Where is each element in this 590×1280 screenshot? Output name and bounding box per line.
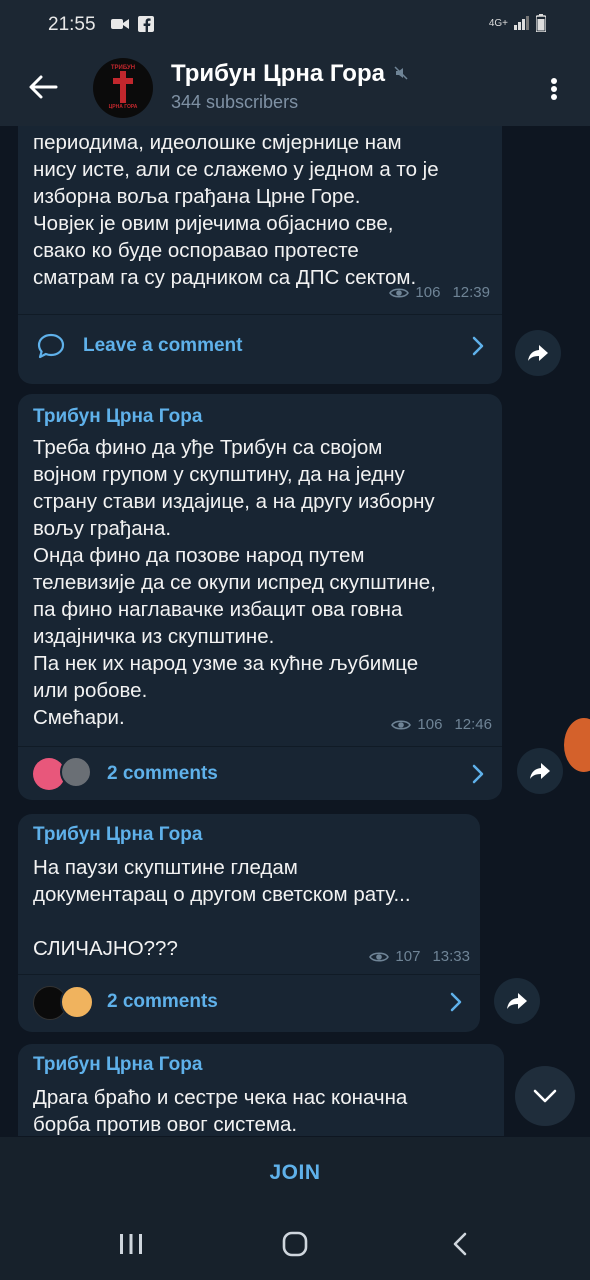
join-button[interactable]: JOIN <box>269 1161 320 1185</box>
system-indicators: 4G+ <box>489 14 546 32</box>
commenter-avatar <box>60 985 94 1019</box>
floating-sticker <box>564 718 590 772</box>
post-text: Треба фино да уђе Трибун са својом војно… <box>33 436 436 729</box>
channel-header: ТРИБУН ЦРНА ГОРА Трибун Црна Гора 344 su… <box>0 50 590 126</box>
share-button[interactable] <box>494 978 540 1024</box>
share-icon <box>528 345 548 361</box>
chevron-down-icon <box>533 1089 557 1103</box>
share-button[interactable] <box>517 748 563 794</box>
recent-apps-icon[interactable] <box>118 1232 144 1256</box>
clock: 21:55 <box>48 14 96 35</box>
post-author: Трибун Црна Гора <box>33 1054 203 1075</box>
network-type: 4G+ <box>488 17 508 29</box>
comment-icon <box>37 333 65 359</box>
post-meta: 106 12:46 <box>391 716 492 733</box>
share-icon <box>530 763 550 779</box>
channel-post: Трибун Црна Гора Треба фино да уђе Трибу… <box>18 394 502 800</box>
channel-avatar[interactable]: ТРИБУН ЦРНА ГОРА <box>93 58 153 118</box>
comment-label: 2 comments <box>107 763 218 784</box>
channel-post: Трибун Црна Гора На паузи скупштине глед… <box>18 814 480 1032</box>
chevron-right-icon <box>472 336 484 356</box>
back-nav-icon[interactable] <box>451 1231 469 1257</box>
channel-title[interactable]: Трибун Црна Гора <box>171 60 385 88</box>
post-time: 13:33 <box>432 948 470 965</box>
scroll-down-button[interactable] <box>515 1066 575 1126</box>
channel-post: периодима, идеолошке смјернице нам нису … <box>18 126 502 384</box>
view-count: 106 <box>417 716 443 733</box>
post-time: 12:39 <box>452 284 490 301</box>
mute-icon <box>394 66 408 80</box>
arrow-left-icon[interactable] <box>26 70 60 104</box>
chevron-right-icon <box>472 764 484 784</box>
notification-icons <box>110 16 154 32</box>
post-author: Трибун Црна Гора <box>33 406 203 427</box>
battery-icon <box>536 14 546 32</box>
home-icon[interactable] <box>281 1230 309 1258</box>
post-time: 12:46 <box>454 716 492 733</box>
eye-icon <box>389 287 410 298</box>
post-text: На паузи скупштине гледам документарац о… <box>33 856 411 960</box>
signal-icon <box>514 16 529 30</box>
more-vert-icon[interactable] <box>540 72 568 106</box>
post-meta: 106 12:39 <box>389 284 490 301</box>
divider <box>18 314 502 315</box>
system-nav-bar <box>0 1209 590 1280</box>
post-text: периодима, идеолошке смјернице нам нису … <box>33 131 439 289</box>
post-text: Драга браћо и сестре чека нас коначна бо… <box>33 1086 408 1136</box>
comment-label: Leave a comment <box>83 335 243 356</box>
view-count: 106 <box>415 284 441 301</box>
avatar-text-bottom: ЦРНА ГОРА <box>108 104 138 110</box>
chevron-right-icon <box>450 992 462 1012</box>
commenter-avatar <box>60 756 92 788</box>
channel-post: Трибун Црна Гора Драга браћо и сестре че… <box>18 1044 504 1136</box>
comment-label: 2 comments <box>107 991 218 1012</box>
view-count: 107 <box>395 948 421 965</box>
subscriber-count: 344 subscribers <box>171 92 299 112</box>
post-author: Трибун Црна Гора <box>33 824 203 845</box>
comments-button[interactable]: 2 comments <box>18 974 480 1030</box>
eye-icon <box>391 719 412 730</box>
video-camera-icon <box>111 19 129 29</box>
share-icon <box>507 993 527 1009</box>
share-button[interactable] <box>515 330 561 376</box>
status-bar: 21:55 4G+ <box>0 0 590 50</box>
join-bar: JOIN <box>0 1137 590 1209</box>
post-meta: 107 13:33 <box>369 948 470 965</box>
eye-icon <box>369 951 390 962</box>
comments-button[interactable]: 2 comments <box>18 746 502 802</box>
facebook-icon <box>138 16 154 32</box>
leave-comment-button[interactable]: Leave a comment <box>18 318 502 374</box>
message-list[interactable]: периодима, идеолошке смјернице нам нису … <box>0 126 590 1136</box>
